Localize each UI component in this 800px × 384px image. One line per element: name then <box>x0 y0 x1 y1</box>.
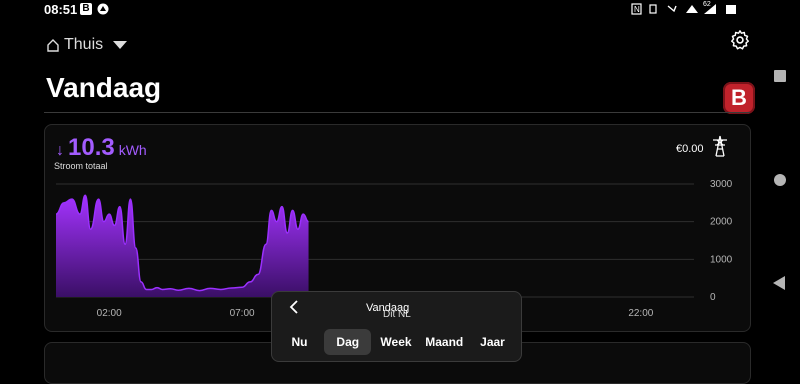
tab-maand[interactable]: Maand <box>421 329 468 355</box>
bluetooth-icon <box>667 5 677 13</box>
tab-jaar[interactable]: Jaar <box>469 329 516 355</box>
svg-text:N: N <box>634 5 640 14</box>
popup-title: Vandaag <box>366 302 410 314</box>
energy-value: 10.3 <box>68 134 115 161</box>
brand-badge[interactable]: B <box>723 82 755 114</box>
x-tick-label: 07:00 <box>230 308 255 319</box>
tab-dag[interactable]: Dag <box>324 329 372 355</box>
status-app-b-icon: B <box>80 3 92 15</box>
home-label: Thuis <box>64 36 104 53</box>
battery-icon <box>726 5 736 14</box>
power-pylon-icon <box>713 135 727 157</box>
energy-total: ↓ 10.3 kWh <box>56 134 147 162</box>
status-app-icon <box>97 3 109 15</box>
tab-week[interactable]: Week <box>373 329 420 355</box>
x-tick-label: 22:00 <box>628 308 653 319</box>
chevron-left-icon[interactable] <box>288 300 300 314</box>
header-divider <box>44 112 750 113</box>
status-icons-group: N <box>631 3 736 15</box>
status-icons: N <box>630 2 750 16</box>
y-tick-label: 1000 <box>710 254 733 265</box>
home-selector[interactable]: Thuis <box>46 34 128 56</box>
down-arrow-icon: ↓ <box>56 142 64 159</box>
wifi-icon <box>686 5 698 13</box>
y-tick-label: 0 <box>710 292 716 303</box>
x-tick-label: 02:00 <box>97 308 122 319</box>
home-button[interactable] <box>774 174 786 186</box>
status-time: 08:51 <box>44 2 78 17</box>
y-tick-label: 3000 <box>710 179 733 190</box>
page-title: Vandaag <box>46 72 162 103</box>
gear-icon[interactable] <box>729 29 751 51</box>
tab-nu[interactable]: Nu <box>276 329 323 355</box>
period-tabs: Nu Dag Week Maand Jaar <box>276 329 516 355</box>
energy-price: €0.00 <box>676 143 704 155</box>
house-icon <box>47 39 59 52</box>
back-button[interactable] <box>773 276 785 290</box>
recents-button[interactable] <box>774 70 786 82</box>
status-network-label: 62 <box>703 1 711 8</box>
vibrate-icon <box>649 4 657 14</box>
y-tick-label: 2000 <box>710 217 733 228</box>
chevron-down-icon <box>113 41 128 49</box>
energy-unit: kWh <box>118 142 147 158</box>
